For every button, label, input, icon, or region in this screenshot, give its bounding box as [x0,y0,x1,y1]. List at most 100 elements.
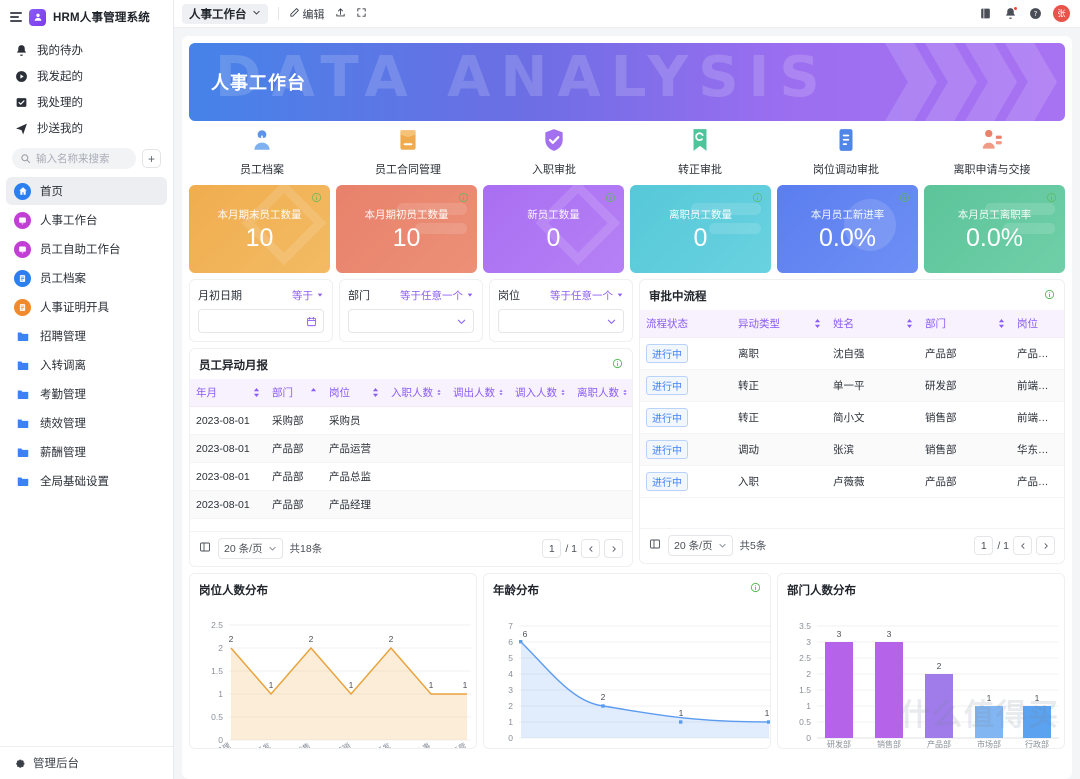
col-change-type[interactable]: 异动类型 [732,310,827,338]
status-badge[interactable]: 进行中 [646,472,688,491]
status-badge[interactable]: 进行中 [646,376,688,395]
nav-item-handled[interactable]: 我处理的 [0,89,173,115]
stat-card-new-employees[interactable]: 新员工数量 0 [483,185,624,273]
sidebar-item-transfer[interactable]: 入转调离 [6,351,167,379]
next-page-button[interactable] [604,539,623,558]
quick-action-contract[interactable]: 员工合同管理 [335,127,481,177]
info-icon[interactable] [899,192,910,206]
stat-card-hire-rate[interactable]: 本月员工新进率 0.0% [777,185,918,273]
sidebar-item-self-service[interactable]: 员工自助工作台 [6,235,167,263]
quick-action-onboarding-approval[interactable]: 入职审批 [481,127,627,177]
edit-button[interactable]: 编辑 [289,6,325,22]
chart-body[interactable]: 2.521.5 10.50 [199,600,467,748]
status-badge[interactable]: 进行中 [646,440,688,459]
status-badge[interactable]: 进行中 [646,408,688,427]
info-icon[interactable] [612,358,623,372]
table-row[interactable]: 进行中转正简小文销售部前端开发 [640,402,1064,434]
table-row[interactable]: 进行中调动张滨销售部华东销售 [640,434,1064,466]
quick-action-regularization-approval[interactable]: 转正审批 [627,127,773,177]
cell: 前端开发 [1011,402,1064,434]
book-icon[interactable] [978,7,992,21]
filter-operator[interactable]: 等于 [292,288,324,303]
stat-card-resigned-employees[interactable]: 离职员工数量 0 [630,185,771,273]
info-icon[interactable] [311,192,322,206]
stat-card-month-end-headcount[interactable]: 本月期末员工数量 10 [189,185,330,273]
info-icon[interactable] [1046,192,1057,206]
total-count: 共18条 [290,541,323,556]
date-input[interactable] [198,309,324,333]
notification-bell-icon[interactable] [1003,7,1017,21]
page-size-select[interactable]: 20 条/页 [218,538,283,559]
table-row[interactable]: 2023-08-01产品部产品经理 [190,491,632,519]
nav-item-cc[interactable]: 抄送我的 [0,115,173,141]
approval-table-scroll[interactable]: 流程状态 异动类型 姓名 部门 岗位 进行中离职沈自强产品部产品经理 进行中转正… [640,310,1064,528]
table-row[interactable]: 进行中转正单一平研发部前端开发 [640,370,1064,402]
col-transferred-out-count[interactable]: 调出人数 [447,379,509,407]
info-icon[interactable] [458,192,469,206]
filter-operator[interactable]: 等于任意一个 [400,288,474,303]
sidebar-item-hr-certificate[interactable]: 人事证明开具 [6,293,167,321]
table-row[interactable]: 2023-08-01采购部采购员 [190,407,632,435]
quick-action-transfer-approval[interactable]: 岗位调动审批 [773,127,919,177]
table-row[interactable]: 进行中入职卢薇薇产品部产品经理 [640,466,1064,498]
stat-card-month-start-headcount[interactable]: 本月期初员工数量 10 [336,185,477,273]
sidebar-item-hr-workbench[interactable]: 人事工作台 [6,206,167,234]
sidebar-item-performance[interactable]: 绩效管理 [6,409,167,437]
sidebar-search: + [0,143,173,175]
table-row[interactable]: 2023-08-01产品部产品总监 [190,463,632,491]
sidebar-item-recruitment[interactable]: 招聘管理 [6,322,167,350]
fullscreen-button[interactable] [356,7,367,21]
sidebar-item-payroll[interactable]: 薪酬管理 [6,438,167,466]
col-position[interactable]: 岗位 [323,379,385,407]
status-badge[interactable]: 进行中 [646,344,688,363]
col-department[interactable]: 部门 [919,310,1011,338]
position-select[interactable] [498,309,624,333]
info-icon[interactable] [750,582,761,596]
info-icon[interactable] [1044,289,1055,303]
next-page-button[interactable] [1036,536,1055,555]
info-icon[interactable] [605,192,616,206]
col-resigned-count[interactable]: 离职人数 [571,379,632,407]
search-box[interactable] [12,148,136,169]
department-select[interactable] [348,309,474,333]
col-transferred-in-count[interactable]: 调入人数 [509,379,571,407]
help-icon[interactable]: ? [1028,7,1042,21]
sidebar-item-employee-file[interactable]: 员工档案 [6,264,167,292]
quick-action-contract-label: 员工合同管理 [375,161,441,177]
table-row[interactable]: 进行中离职沈自强产品部产品经理 [640,338,1064,370]
col-year-month[interactable]: 年月 [190,379,266,407]
quick-action-resignation[interactable]: 离职申请与交接 [919,127,1065,177]
col-department[interactable]: 部门 [266,379,323,407]
chart-body[interactable]: 3.532.52 1.510.50 [787,600,1055,748]
stat-card-attrition-rate[interactable]: 本月员工离职率 0.0% [924,185,1065,273]
menu-toggle-icon[interactable] [10,12,22,22]
chart-body[interactable]: 7654 3210 [493,600,761,748]
filter-operator[interactable]: 等于任意一个 [550,288,624,303]
table-row[interactable]: 2023-08-01人事部HRBP [190,519,632,526]
column-settings-icon[interactable] [199,541,211,556]
current-page-input[interactable]: 1 [974,536,993,555]
info-icon[interactable] [752,192,763,206]
prev-page-button[interactable] [1013,536,1032,555]
col-hired-count[interactable]: 入职人数 [385,379,447,407]
monthly-report-table-scroll[interactable]: 年月 部门 岗位 入职人数 调出人数 调入人数 离职人数 [190,379,632,525]
sidebar-item-home[interactable]: 首页 [6,177,167,205]
share-button[interactable] [335,7,346,21]
page-size-select[interactable]: 20 条/页 [668,535,733,556]
table-row[interactable]: 2023-08-01产品部产品运营 [190,435,632,463]
column-settings-icon[interactable] [649,538,661,553]
nav-item-todo[interactable]: 我的待办 [0,37,173,63]
nav-item-initiated[interactable]: 我发起的 [0,63,173,89]
user-avatar[interactable]: 张 [1053,5,1070,22]
col-name[interactable]: 姓名 [827,310,919,338]
nav-item-initiated-label: 我发起的 [37,68,83,84]
search-input[interactable] [36,153,128,165]
admin-console-link[interactable]: 管理后台 [0,746,173,779]
add-button[interactable]: + [142,149,161,168]
page-selector[interactable]: 人事工作台 [182,4,268,24]
current-page-input[interactable]: 1 [542,539,561,558]
sidebar-item-global-settings[interactable]: 全局基础设置 [6,467,167,495]
quick-action-employee-file[interactable]: 员工档案 [189,127,335,177]
sidebar-item-attendance[interactable]: 考勤管理 [6,380,167,408]
prev-page-button[interactable] [581,539,600,558]
